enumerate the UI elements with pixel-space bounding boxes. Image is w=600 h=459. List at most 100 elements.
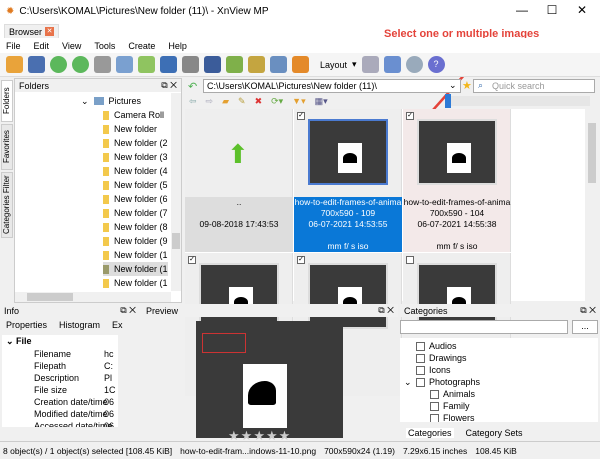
filter-icon[interactable]: ▼▾ (292, 96, 305, 107)
tab-browser[interactable]: Browser ✕ (4, 24, 60, 38)
info-vscrollbar[interactable] (118, 335, 128, 427)
compare-icon[interactable] (248, 56, 265, 73)
chevron-down-icon[interactable]: ▾ (352, 59, 357, 70)
thumb-size-slider[interactable] (445, 94, 590, 108)
wallpaper-icon[interactable] (292, 56, 309, 73)
export-icon[interactable] (138, 56, 155, 73)
category-item[interactable]: ⌄ Photographs (404, 376, 480, 388)
more-button[interactable]: ... (572, 320, 598, 334)
thumbnail-checkbox[interactable] (406, 256, 414, 264)
folders-hscrollbar[interactable] (15, 292, 171, 302)
close-tab-icon[interactable]: ✕ (45, 27, 55, 36)
scanner-icon[interactable] (204, 56, 221, 73)
tab-histogram[interactable]: Histogram (59, 320, 100, 330)
tab-properties[interactable]: Properties (6, 320, 47, 330)
tree-item-folder[interactable]: New folder (3 (103, 150, 168, 164)
tree-item-folder[interactable]: New folder (6 (103, 192, 168, 206)
category-checkbox[interactable] (430, 389, 439, 399)
menu-view[interactable]: View (62, 41, 81, 51)
category-checkbox[interactable] (416, 365, 425, 375)
thumbnail-checkbox[interactable]: ✓ (297, 112, 305, 120)
tree-icon[interactable] (361, 56, 379, 73)
group-file[interactable]: ⌄ File (6, 336, 32, 347)
menu-create[interactable]: Create (128, 41, 155, 51)
category-item[interactable]: Flowers (430, 412, 475, 422)
tree-item-folder[interactable]: New folder (2 (103, 136, 168, 150)
tab-exif[interactable]: Ex (112, 320, 123, 330)
fullscreen-icon[interactable] (28, 56, 45, 73)
thumbnail-item[interactable]: ⬆.. 09-08-2018 17:43:53 (185, 109, 293, 252)
menu-file[interactable]: File (6, 41, 21, 51)
maximize-button[interactable]: ☐ (538, 3, 566, 17)
tree-item-folder[interactable]: New folder (5 (103, 178, 168, 192)
category-checkbox[interactable] (416, 341, 425, 351)
folders-vscrollbar[interactable] (171, 93, 181, 291)
tree-item-folder[interactable]: New folder (103, 122, 168, 136)
minimize-button[interactable]: — (508, 3, 536, 17)
tools-icon[interactable] (94, 56, 111, 73)
tree-item-pictures[interactable]: ⌄ Pictures (81, 94, 171, 108)
category-checkbox[interactable] (430, 401, 439, 411)
tree-item-folder[interactable]: New folder (1 (103, 276, 168, 290)
slideshow-icon[interactable] (226, 56, 243, 73)
close-panel-icon[interactable]: ⧉ ✕ (378, 305, 394, 316)
capture-icon[interactable] (270, 56, 287, 73)
refresh-icon[interactable]: ⟳▾ (271, 96, 283, 107)
view-mode-icon[interactable]: ▦▾ (315, 96, 328, 107)
print-icon[interactable] (182, 56, 199, 73)
tree-item-folder[interactable]: Camera Roll (103, 108, 168, 122)
menu-tools[interactable]: Tools (94, 41, 115, 51)
close-panel-icon[interactable]: ⧉ ✕ (580, 305, 596, 316)
thumbnail-checkbox[interactable]: ✓ (297, 256, 305, 264)
tree-item-folder[interactable]: New folder (4 (103, 164, 168, 178)
thumbnail-checkbox[interactable]: ✓ (188, 256, 196, 264)
new-folder-icon[interactable]: ▰ (222, 96, 229, 107)
layout-button[interactable]: Layout (320, 60, 347, 70)
category-item[interactable]: Family (430, 400, 470, 412)
next-icon[interactable]: ⇨ (206, 96, 214, 107)
quick-search-input[interactable]: Quick search (473, 79, 595, 93)
expand-icon[interactable]: ⌄ (404, 377, 412, 388)
thumbnail-checkbox[interactable]: ✓ (406, 112, 414, 120)
vtab-categories-filter[interactable]: Categories Filter (1, 172, 13, 238)
tree-item-folder[interactable]: New folder (8 (103, 220, 168, 234)
help-icon[interactable]: ? (427, 56, 445, 73)
thumbnail-item[interactable]: ✓ how-to-edit-frames-of-anima 700x590 - 10… (403, 109, 511, 252)
rename-icon[interactable]: ✎ (238, 96, 246, 107)
category-item[interactable]: Animals (430, 388, 475, 400)
tree-item-folder[interactable]: New folder (1 (103, 248, 168, 262)
path-input[interactable]: C:\Users\KOMAL\Pictures\New folder (11)\ (203, 79, 461, 93)
binoculars-icon[interactable] (160, 56, 177, 73)
category-checkbox[interactable] (416, 353, 425, 363)
category-item[interactable]: Drawings (416, 352, 467, 364)
close-panel-icon[interactable]: ⧉ ✕ (161, 80, 177, 91)
category-checkbox[interactable] (416, 377, 425, 387)
open-icon[interactable] (6, 56, 23, 73)
category-checkbox[interactable] (430, 413, 439, 422)
tree-item-folder[interactable]: New folder (7 (103, 206, 168, 220)
info-icon[interactable] (116, 56, 133, 73)
grid-vscrollbar[interactable] (585, 109, 599, 301)
menu-help[interactable]: Help (168, 41, 187, 51)
category-item[interactable]: Icons (416, 364, 451, 376)
star-icon[interactable]: ★ (462, 79, 472, 92)
tab-categories[interactable]: Categories (406, 428, 454, 438)
settings-icon[interactable] (405, 56, 423, 73)
back-arrow-icon[interactable]: ↶ (188, 80, 197, 93)
delete-icon[interactable]: ✖ (255, 96, 263, 107)
tree-item-folder[interactable]: New folder (9 (103, 234, 168, 248)
menu-edit[interactable]: Edit (34, 41, 50, 51)
rotate-right-icon[interactable] (72, 56, 89, 73)
bookmark-icon[interactable] (383, 56, 401, 73)
vtab-favorites[interactable]: Favorites (1, 124, 13, 170)
close-panel-icon[interactable]: ⧉ ✕ (120, 305, 136, 316)
tab-category-sets[interactable]: Category Sets (466, 428, 523, 438)
category-filter-input[interactable] (400, 320, 568, 334)
rotate-left-icon[interactable] (50, 56, 67, 73)
chevron-down-icon[interactable]: ⌄ (449, 80, 457, 91)
tree-item-folder[interactable]: New folder (1 (103, 262, 168, 276)
close-button[interactable]: ✕ (568, 3, 596, 17)
vtab-folders[interactable]: Folders (1, 80, 13, 122)
category-item[interactable]: Audios (416, 340, 457, 352)
expand-icon[interactable]: ⌄ (81, 96, 89, 107)
